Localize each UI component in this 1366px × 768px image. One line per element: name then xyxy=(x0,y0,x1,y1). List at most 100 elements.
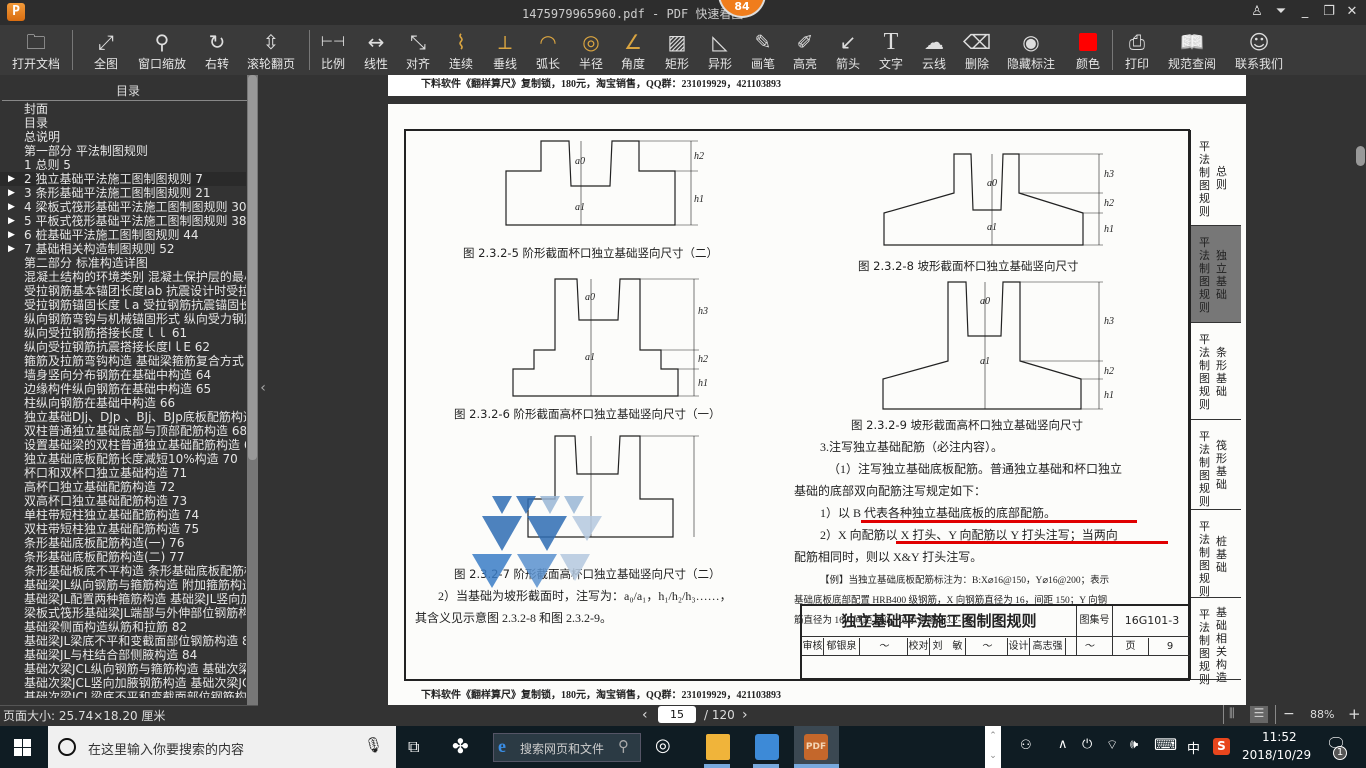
reader-app-icon[interactable] xyxy=(755,734,779,760)
outline-item[interactable]: 箍筋及拉筋弯钩构造 基础梁箍筋复合方式 xyxy=(0,354,246,368)
taskbar-scroll-arrows[interactable]: ⌃ ⌄ xyxy=(985,726,1001,768)
outline-item[interactable]: 目录 xyxy=(0,116,246,130)
prev-page-button[interactable]: ‹ xyxy=(642,707,648,723)
people-icon[interactable]: ⚇ xyxy=(1020,738,1032,753)
clock-time[interactable]: 11:52 xyxy=(1262,730,1297,744)
outline-item[interactable]: 基础次梁JCL纵向钢筋与箍筋构造 基础次梁 xyxy=(0,662,246,676)
outline-item[interactable]: 梁板式筏形基础梁JL端部与外伸部位钢筋构造 xyxy=(0,606,246,620)
outline-item[interactable]: 第二部分 标准构造详图 xyxy=(0,256,246,270)
cloud-line-button[interactable]: ☁ 云线 xyxy=(919,29,949,73)
outline-item[interactable]: 杯口和双杯口独立基础构造 71 xyxy=(0,466,246,480)
expand-arrow-icon[interactable]: ▶ xyxy=(8,172,15,186)
clock-date[interactable]: 2018/10/29 xyxy=(1242,748,1311,762)
outline-item[interactable]: 1 总则 5 xyxy=(0,158,246,172)
volume-icon[interactable]: 🕪 xyxy=(1130,737,1138,752)
outline-item[interactable]: 基础次梁JCL竖向加腋钢筋构造 基础次梁JCL xyxy=(0,676,246,690)
notes-app-icon[interactable] xyxy=(706,734,730,760)
expand-arrow-icon[interactable]: ▶ xyxy=(8,186,15,200)
outline-item[interactable]: 基础梁侧面构造纵筋和拉筋 82 xyxy=(0,620,246,634)
zoom-out-button[interactable]: − xyxy=(1283,706,1295,722)
outline-item[interactable]: 双柱带短柱独立基础配筋构造 75 xyxy=(0,522,246,536)
rotate-right-button[interactable]: ↻ 右转 xyxy=(200,29,234,73)
outline-item[interactable]: ▶ 5 平板式筏形基础平法施工图制图规则 38 xyxy=(0,214,246,228)
expand-arrow-icon[interactable]: ▶ xyxy=(8,214,15,228)
microphone-icon[interactable]: 🎙 xyxy=(364,736,383,754)
outline-item[interactable]: 条形基础底板配筋构造(二) 77 xyxy=(0,550,246,564)
pdf-app-taskbar-button[interactable]: PDF xyxy=(794,726,839,768)
collapse-sidebar-icon[interactable]: ‹ xyxy=(258,75,268,705)
outline-item[interactable]: 基础次梁JCL梁底不平和变截面部位钢筋构造 xyxy=(0,690,246,698)
angle-button[interactable]: ∠ 角度 xyxy=(618,29,648,73)
document-viewer[interactable]: 下料软件《翻样算尺》复制锁，180元，淘宝销售，QQ群：231019929，42… xyxy=(268,75,1355,705)
expand-arrow-icon[interactable]: ▶ xyxy=(8,228,15,242)
outline-item[interactable]: 纵向受拉钢筋搭接长度ｌｌ 61 xyxy=(0,326,246,340)
menu-dropdown-icon[interactable]: ⏷ xyxy=(1270,3,1292,21)
aligned-measure-button[interactable]: ⤡ 对齐 xyxy=(403,29,433,73)
zoom-window-button[interactable]: ⚲ 窗口缩放 xyxy=(135,29,189,73)
fan-app-icon[interactable]: ✤ xyxy=(452,734,469,758)
pen-button[interactable]: ✎ 画笔 xyxy=(748,29,778,73)
outline-item[interactable]: 双柱普通独立基础底部与顶部配筋构造 68 xyxy=(0,424,246,438)
power-icon[interactable]: ⏻ xyxy=(1082,737,1092,752)
contact-us-button[interactable]: ☺ 联系我们 xyxy=(1233,29,1285,73)
task-view-icon[interactable]: ⧉ xyxy=(408,737,419,757)
red-underline-annotation[interactable] xyxy=(861,520,1137,523)
browser-app-icon[interactable]: ◎ xyxy=(655,735,671,756)
text-button[interactable]: T 文字 xyxy=(876,29,906,73)
expand-arrow-icon[interactable]: ▶ xyxy=(8,200,15,214)
ie-search-box[interactable]: e 搜索网页和文件 ⚲ xyxy=(493,733,641,762)
outline-item[interactable]: 柱纵向钢筋在基础中构造 66 xyxy=(0,396,246,410)
outline-item[interactable]: 基础梁JL纵向钢筋与箍筋构造 附加箍筋构造 xyxy=(0,578,246,592)
fit-page-button[interactable]: ⤢ 全图 xyxy=(88,29,124,73)
outline-item[interactable]: 条形基础底板配筋构造(一) 76 xyxy=(0,536,246,550)
perpendicular-button[interactable]: ⟂ 垂线 xyxy=(490,29,520,73)
polygon-area-button[interactable]: ◺ 异形 xyxy=(705,29,735,73)
keyboard-icon[interactable]: ⌨ xyxy=(1154,735,1177,754)
wifi-icon[interactable]: ⌔ xyxy=(1106,737,1118,753)
outline-item[interactable]: 受拉钢筋基本锚团长度lab 抗震设计时受拉钢筋 xyxy=(0,284,246,298)
taskbar-search-box[interactable]: 在这里输入你要搜索的内容 🎙 xyxy=(48,726,396,768)
scale-button[interactable]: ⊢⊣ 比例 xyxy=(318,29,348,73)
show-hidden-icons[interactable]: ∧ xyxy=(1058,737,1068,752)
outline-item[interactable]: 基础梁JL梁底不平和变截面部位钢筋构造 83 xyxy=(0,634,246,648)
viewer-scrollbar[interactable] xyxy=(1355,75,1366,705)
next-page-button[interactable]: › xyxy=(742,707,748,723)
close-button[interactable]: ✕ xyxy=(1341,3,1363,21)
outline-item[interactable]: 纵向受拉钢筋抗震搭接长度lｌE 62 xyxy=(0,340,246,354)
windows-start-icon[interactable] xyxy=(14,739,31,756)
user-icon[interactable]: ♙ xyxy=(1246,3,1268,21)
continuous-measure-button[interactable]: ⌇ 连续 xyxy=(446,29,476,73)
restore-button[interactable]: ❐ xyxy=(1318,3,1340,21)
outline-item[interactable]: ▶ 4 梁板式筏形基础平法施工图制图规则 30 xyxy=(0,200,246,214)
outline-item[interactable]: 高杯口独立基础配筋构造 72 xyxy=(0,480,246,494)
outline-item[interactable]: ▶ 2 独立基础平法施工图制图规则 7 xyxy=(0,172,246,186)
outline-scrollbar-thumb[interactable] xyxy=(248,75,257,460)
outline-item[interactable]: 封面 xyxy=(0,102,246,116)
outline-item[interactable]: 独立基础DJj、DJp 、BJj、BJp底板配筋构造 xyxy=(0,410,246,424)
outline-item[interactable]: 受拉钢筋锚固长度ｌa 受拉钢筋抗震锚固长度 xyxy=(0,298,246,312)
linear-measure-button[interactable]: ↔ 线性 xyxy=(361,29,391,73)
highlighter-button[interactable]: ✐ 高亮 xyxy=(790,29,820,73)
arc-length-button[interactable]: ◠ 弧长 xyxy=(533,29,563,73)
wheel-page-button[interactable]: ⇳ 滚轮翻页 xyxy=(244,29,298,73)
minimize-button[interactable]: _ xyxy=(1294,3,1316,21)
expand-arrow-icon[interactable]: ▶ xyxy=(8,242,15,256)
two-page-view-icon[interactable]: ⫼ xyxy=(1229,706,1245,723)
outline-item[interactable]: ▶ 3 条形基础平法施工图制图规则 21 xyxy=(0,186,246,200)
single-page-view-icon[interactable]: ☰ xyxy=(1250,706,1268,723)
outline-item[interactable]: 条形基础板底不平构造 条形基础底板配筋构造 xyxy=(0,564,246,578)
color-button[interactable]: 颜色 xyxy=(1073,29,1103,73)
ime-indicator[interactable]: 中 xyxy=(1187,738,1200,757)
outline-item[interactable]: 总说明 xyxy=(0,130,246,144)
radius-button[interactable]: ◎ 半径 xyxy=(576,29,606,73)
outline-item[interactable]: 设置基础梁的双柱普通独立基础配筋构造 69 xyxy=(0,438,246,452)
outline-item[interactable]: 单柱带短柱独立基础配筋构造 74 xyxy=(0,508,246,522)
hide-annotation-button[interactable]: ◉ 隐藏标注 xyxy=(1006,29,1056,73)
outline-item[interactable]: 第一部分 平法制图规则 xyxy=(0,144,246,158)
outline-item[interactable]: 混凝土结构的环境类别 混凝土保护层的最小厚度 xyxy=(0,270,246,284)
sogou-ime-icon[interactable]: S xyxy=(1213,738,1230,755)
print-button[interactable]: ⎙ 打印 xyxy=(1122,29,1152,73)
rectangle-area-button[interactable]: ▨ 矩形 xyxy=(662,29,692,73)
outline-item[interactable]: 边缘构件纵向钢筋在基础中构造 65 xyxy=(0,382,246,396)
outline-scrollbar[interactable] xyxy=(247,75,258,705)
